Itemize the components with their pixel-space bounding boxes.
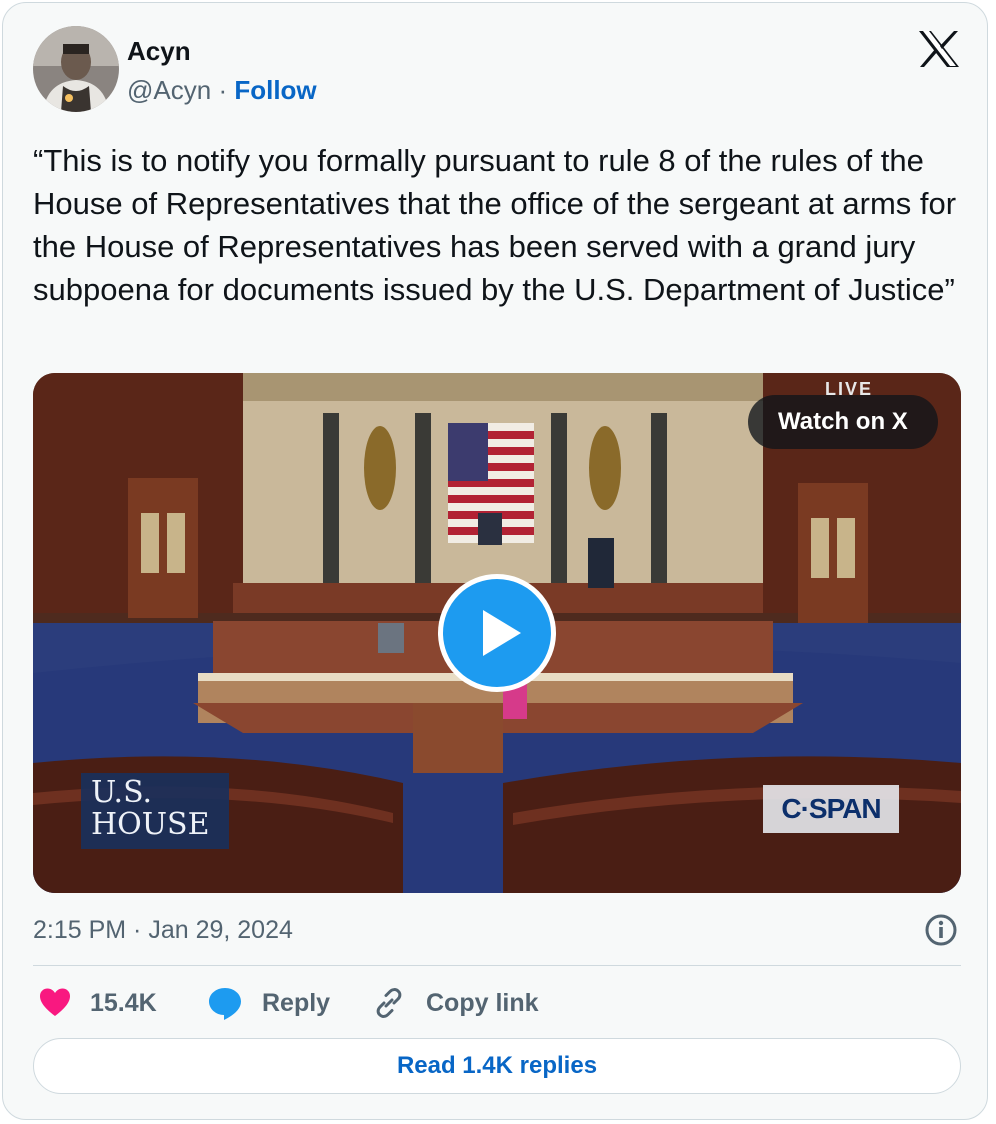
- link-icon: [376, 988, 402, 1018]
- info-icon[interactable]: [923, 912, 959, 953]
- copy-link-label: Copy link: [426, 989, 539, 1017]
- x-logo-icon[interactable]: [918, 30, 960, 68]
- watch-on-x-button[interactable]: Watch on X: [748, 395, 938, 449]
- separator-dot: ·: [218, 75, 228, 105]
- reply-button[interactable]: Reply: [207, 983, 337, 1023]
- like-count: 15.4K: [90, 989, 157, 1017]
- play-icon: [483, 610, 521, 656]
- author-handle[interactable]: @Acyn: [127, 75, 211, 105]
- author-name[interactable]: Acyn: [127, 35, 191, 67]
- cspan-logo: C·SPAN: [763, 785, 899, 833]
- copy-link-button[interactable]: Copy link: [371, 983, 546, 1023]
- follow-button[interactable]: Follow: [234, 75, 316, 105]
- avatar[interactable]: [33, 26, 119, 112]
- divider: [33, 965, 961, 966]
- read-replies-button[interactable]: Read 1.4K replies: [33, 1038, 961, 1094]
- us-house-chyron: U.S. HOUSE: [81, 773, 229, 849]
- play-button[interactable]: [438, 574, 556, 692]
- tweet-text: “This is to notify you formally pursuant…: [33, 143, 957, 307]
- heart-icon: [40, 988, 70, 1016]
- chyron-line-2: HOUSE: [91, 807, 210, 842]
- video-player[interactable]: LIVE U.S. HOUSE C·SPAN Watch on X: [33, 373, 961, 893]
- reply-bubble-icon: [209, 988, 241, 1020]
- reply-label: Reply: [262, 989, 331, 1017]
- like-button[interactable]: 15.4K: [33, 983, 163, 1023]
- chyron-line-1: U.S.: [91, 775, 153, 810]
- tweet-timestamp[interactable]: 2:15 PM · Jan 29, 2024: [33, 913, 293, 947]
- tweet-card: Acyn @Acyn · Follow “This is to notify y…: [2, 2, 988, 1120]
- author-handle-row: @Acyn · Follow: [127, 73, 317, 107]
